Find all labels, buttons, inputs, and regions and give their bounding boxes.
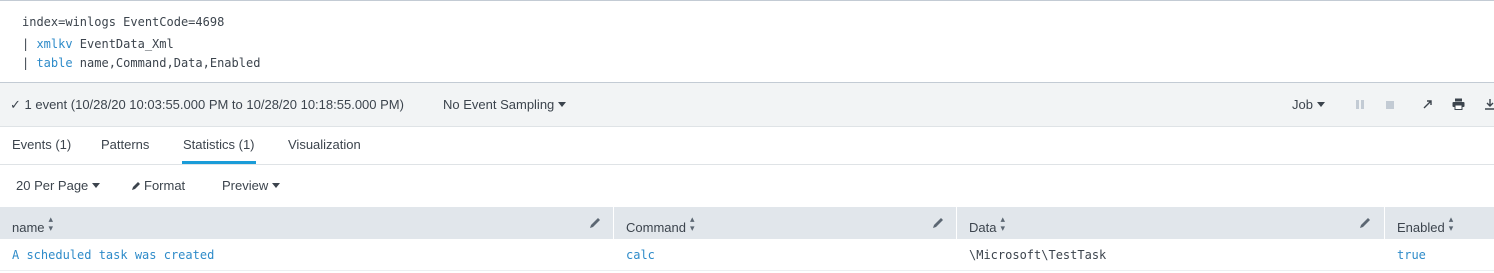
search-line-3: | table name,Command,Data,Enabled xyxy=(22,56,260,70)
print-icon[interactable] xyxy=(1452,98,1465,110)
format-button[interactable]: Format xyxy=(131,178,185,193)
search-command-args: name,Command,Data,Enabled xyxy=(72,56,261,70)
event-sampling-dropdown[interactable]: No Event Sampling xyxy=(443,97,567,112)
edit-column-icon[interactable] xyxy=(1358,216,1372,230)
tab-statistics[interactable]: Statistics (1) xyxy=(183,137,255,152)
pencil-icon xyxy=(132,182,140,190)
chevron-down-icon xyxy=(272,183,281,189)
tab-visualization[interactable]: Visualization xyxy=(288,137,361,152)
sort-icon: ▴ ▾ xyxy=(48,214,54,233)
column-label: name xyxy=(12,220,45,235)
table-row: A scheduled task was created calc \Micro… xyxy=(0,239,1494,271)
event-count-status: ✓ 1 event (10/28/20 10:03:55.000 PM to 1… xyxy=(10,97,404,112)
preview-label: Preview xyxy=(222,178,269,193)
column-header-enabled[interactable]: Enabled▴ ▾ xyxy=(1385,207,1494,239)
search-text: index=winlogs EventCode=4698 xyxy=(22,15,225,29)
search-line-1: index=winlogs EventCode=4698 xyxy=(22,15,224,29)
column-header-command[interactable]: Command▴ ▾ xyxy=(614,207,957,239)
column-label: Command xyxy=(626,220,686,235)
table-header: name▴ ▾ Command▴ ▾ Data▴ ▾ Enabled▴ ▾ xyxy=(0,207,1494,239)
cell-command[interactable]: calc xyxy=(626,248,655,262)
per-page-label: 20 Per Page xyxy=(16,178,89,193)
chevron-down-icon xyxy=(1316,102,1325,108)
job-label: Job xyxy=(1292,97,1313,112)
column-label: Enabled xyxy=(1397,220,1445,235)
cell-enabled[interactable]: true xyxy=(1397,248,1426,262)
pipe-symbol: | xyxy=(22,37,37,51)
column-label: Data xyxy=(969,220,997,235)
edit-column-icon[interactable] xyxy=(931,216,945,230)
search-command-keyword: table xyxy=(36,56,73,70)
pipe-symbol: | xyxy=(22,56,37,70)
results-tabs: Events (1) Patterns Statistics (1) Visua… xyxy=(0,127,1494,165)
preview-dropdown[interactable]: Preview xyxy=(222,178,281,193)
search-editor[interactable]: index=winlogs EventCode=4698 | xmlkv Eve… xyxy=(0,0,1494,83)
column-header-data[interactable]: Data▴ ▾ xyxy=(957,207,1385,239)
job-menu-button[interactable]: Job xyxy=(1292,97,1325,112)
cell-name[interactable]: A scheduled task was created xyxy=(12,248,214,262)
per-page-dropdown[interactable]: 20 Per Page xyxy=(16,178,101,193)
sampling-label: No Event Sampling xyxy=(443,97,555,112)
pause-icon[interactable] xyxy=(1354,99,1366,111)
column-header-name[interactable]: name▴ ▾ xyxy=(0,207,614,239)
tab-patterns[interactable]: Patterns xyxy=(101,137,149,152)
active-tab-indicator xyxy=(182,161,256,164)
cell-data[interactable]: \Microsoft\TestTask xyxy=(969,248,1106,262)
format-label: Format xyxy=(144,178,186,193)
sort-icon: ▴ ▾ xyxy=(1448,214,1454,233)
sort-icon: ▴ ▾ xyxy=(1000,214,1005,233)
tab-events[interactable]: Events (1) xyxy=(12,137,71,152)
search-command-args: EventData_Xml xyxy=(72,37,174,51)
table-controls: 20 Per Page Format Preview xyxy=(0,165,1494,207)
stop-icon[interactable] xyxy=(1384,99,1396,111)
search-command-keyword: xmlkv xyxy=(36,37,73,51)
chevron-down-icon xyxy=(92,183,101,189)
edit-column-icon[interactable] xyxy=(588,216,602,230)
sort-icon: ▴ ▾ xyxy=(689,214,695,233)
chevron-down-icon xyxy=(558,102,567,108)
search-line-2: | xmlkv EventData_Xml xyxy=(22,37,174,51)
share-icon[interactable] xyxy=(1422,98,1434,110)
export-icon[interactable] xyxy=(1484,98,1494,110)
job-status-bar: ✓ 1 event (10/28/20 10:03:55.000 PM to 1… xyxy=(0,83,1494,127)
